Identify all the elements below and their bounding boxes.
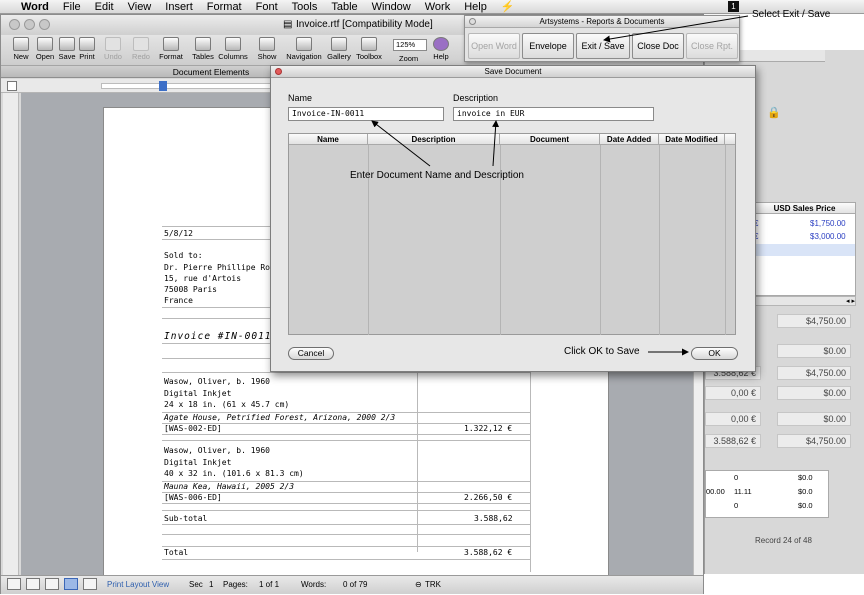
- arrow-to-description-field: [492, 120, 500, 167]
- arrow-to-name-field: [371, 120, 431, 167]
- arrow-to-exit-save: [603, 15, 749, 43]
- annotation-arrows: [371, 15, 749, 356]
